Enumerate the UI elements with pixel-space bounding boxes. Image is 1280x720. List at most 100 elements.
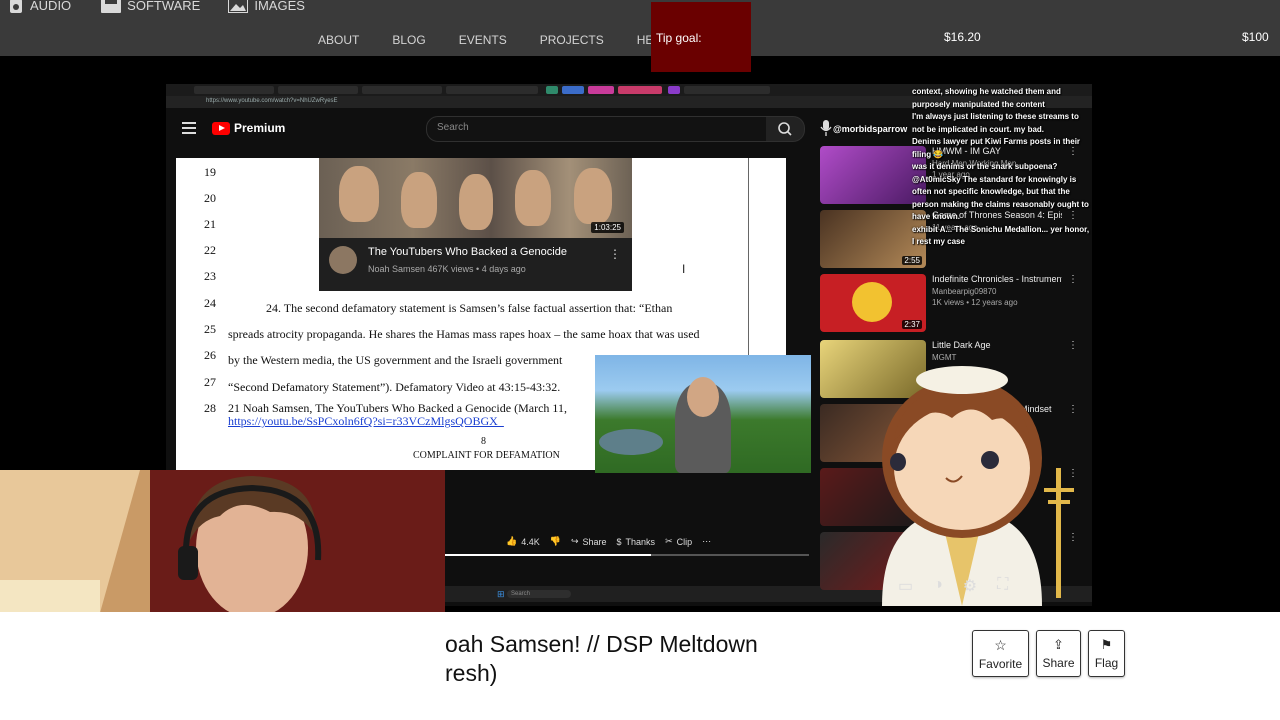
- search-button[interactable]: [766, 116, 805, 142]
- search-icon: [778, 122, 792, 136]
- footnote-link[interactable]: https://youtu.be/SsPCxoln6fQ?si=r33VCzMl…: [228, 414, 504, 429]
- guest-webcam: [595, 355, 811, 473]
- overlay-controls: ▭ ◑ ⚙ ⛶: [898, 576, 1008, 596]
- progress-fill[interactable]: [445, 554, 651, 556]
- video-title[interactable]: The YouTubers Who Backed a Genocide: [368, 246, 567, 258]
- video-duration: 2:55: [902, 256, 922, 265]
- line-number: 22: [204, 243, 216, 257]
- channel-name: Manbearpig09870: [932, 287, 997, 296]
- search-placeholder: Search: [437, 122, 469, 133]
- chat-message: exhibit A... The Sonichu Medallion... ye…: [912, 224, 1090, 247]
- clip-button[interactable]: ✂ Clip: [665, 536, 692, 547]
- chat-message: Denims lawyer put Kiwi Farms posts in th…: [912, 137, 1081, 159]
- embedded-video-card[interactable]: 1:03:25 The YouTubers Who Backed a Genoc…: [319, 158, 632, 291]
- video-duration: 1:03:25: [591, 222, 624, 233]
- windows-start-icon[interactable]: ⊞: [497, 589, 505, 600]
- nav-projects[interactable]: PROJECTS: [540, 33, 604, 47]
- menu-icon[interactable]: [182, 122, 196, 137]
- document-line: spreads atrocity propaganda. He shares t…: [228, 327, 700, 341]
- browser-tab[interactable]: [668, 86, 680, 94]
- document-line: 24. The second defamatory statement is S…: [266, 301, 673, 315]
- page-number: 8: [481, 436, 486, 447]
- site-header: AUDIO SOFTWARE IMAGES ABOUT BLOG EVENTS …: [0, 0, 1280, 56]
- tip-current-amount: $16.20: [944, 30, 981, 44]
- share-label: Share: [1042, 656, 1075, 670]
- more-options-icon[interactable]: ⋮: [1068, 274, 1078, 285]
- miniplayer-icon[interactable]: ▭: [898, 576, 913, 596]
- flag-label: Flag: [1094, 656, 1119, 670]
- browser-tab[interactable]: [562, 86, 584, 94]
- thanks-icon: $: [616, 536, 622, 547]
- subtitles-icon[interactable]: ◑: [933, 576, 943, 596]
- video-page-title-line2: resh): [445, 660, 498, 686]
- star-icon: ☆: [994, 636, 1007, 653]
- browser-tab[interactable]: [618, 86, 662, 94]
- share-button[interactable]: ↪ Share: [571, 536, 607, 547]
- document-footer: COMPLAINT FOR DEFAMATION: [413, 450, 560, 461]
- category-label: IMAGES: [254, 0, 305, 13]
- share-icon: ⇪: [1053, 637, 1064, 652]
- favorite-button[interactable]: ☆ Favorite: [972, 630, 1029, 677]
- chat-message: was it denims or the snark subpoena?: [912, 162, 1058, 171]
- recommended-video[interactable]: 2:37 Indefinite Chronicles - Instrumenta…: [820, 274, 1080, 332]
- like-count: 4.4K: [521, 536, 540, 547]
- microphone-icon[interactable]: [820, 120, 832, 141]
- browser-tab[interactable]: [546, 86, 558, 94]
- more-options-icon[interactable]: ⋮: [609, 247, 621, 261]
- tip-goal-amount: $100: [1242, 30, 1269, 44]
- video-actions: 👍 4.4K 👎 ↪ Share $ Thanks ✂ Clip ⋯: [506, 536, 711, 547]
- fullscreen-icon[interactable]: ⛶: [997, 576, 1008, 596]
- scissors-icon: ✂: [665, 536, 673, 546]
- thumbs-down-icon: 👎: [549, 536, 561, 546]
- avatar: [329, 246, 357, 274]
- line-number: 24: [204, 296, 216, 310]
- line-number: 25: [204, 322, 216, 336]
- share-icon: ↪: [570, 536, 579, 546]
- thanks-button[interactable]: $ Thanks: [617, 537, 656, 547]
- category-images[interactable]: IMAGES: [228, 0, 305, 13]
- category-label: AUDIO: [30, 0, 72, 13]
- text-cursor-icon: I: [682, 262, 686, 276]
- line-number: 26: [204, 348, 216, 362]
- video-meta: 1K views • 12 years ago: [932, 298, 1018, 307]
- nav-events[interactable]: EVENTS: [459, 33, 507, 47]
- favorite-label: Favorite: [978, 656, 1023, 671]
- settings-icon[interactable]: ⚙: [963, 576, 977, 596]
- browser-tab[interactable]: [194, 86, 274, 94]
- flag-icon: ⚑: [1100, 637, 1113, 652]
- nav-blog[interactable]: BLOG: [392, 33, 425, 47]
- like-button[interactable]: 👍 4.4K: [506, 536, 540, 547]
- tip-goal-label: Tip goal:: [656, 31, 702, 45]
- category-software[interactable]: SOFTWARE: [101, 0, 200, 13]
- line-number: 23: [204, 269, 216, 283]
- browser-tab[interactable]: [684, 86, 770, 94]
- dislike-button[interactable]: 👎: [550, 536, 561, 547]
- category-audio[interactable]: AUDIO: [8, 0, 72, 13]
- nav-about[interactable]: ABOUT: [318, 33, 359, 47]
- youtube-logo[interactable]: Premium: [212, 121, 285, 135]
- video-title: Indefinite Chronicles - Instrumental [FL…: [932, 274, 1062, 284]
- flag-button[interactable]: ⚑ Flag: [1088, 630, 1125, 677]
- chat-message: context, showing he watched them and pur…: [912, 87, 1061, 109]
- search-input[interactable]: Search: [426, 116, 768, 142]
- browser-tab[interactable]: [588, 86, 614, 94]
- browser-tab[interactable]: [278, 86, 358, 94]
- image-icon: [228, 0, 249, 13]
- share-button[interactable]: ⇪ Share: [1036, 630, 1081, 677]
- speaker-icon: [8, 0, 24, 13]
- more-options-icon[interactable]: ⋯: [702, 536, 711, 547]
- chat-mention: @morbidsparrow: [833, 124, 908, 134]
- browser-tab[interactable]: [446, 86, 538, 94]
- floppy-disk-icon: [101, 0, 122, 13]
- line-number: 28: [204, 401, 216, 415]
- more-options-icon[interactable]: ⋮: [1068, 340, 1078, 351]
- taskbar-search[interactable]: Search: [507, 590, 571, 598]
- document-line: by the Western media, the US government …: [228, 353, 563, 367]
- browser-tab[interactable]: [362, 86, 442, 94]
- chat-overlay: context, showing he watched them and pur…: [912, 86, 1092, 249]
- video-thumbnail: 1:03:25: [319, 158, 632, 238]
- thanks-label: Thanks: [625, 536, 656, 547]
- line-number: 27: [204, 375, 216, 389]
- video-meta: Noah Samsen 467K views • 4 days ago: [368, 264, 526, 274]
- video-duration: 2:37: [902, 320, 922, 329]
